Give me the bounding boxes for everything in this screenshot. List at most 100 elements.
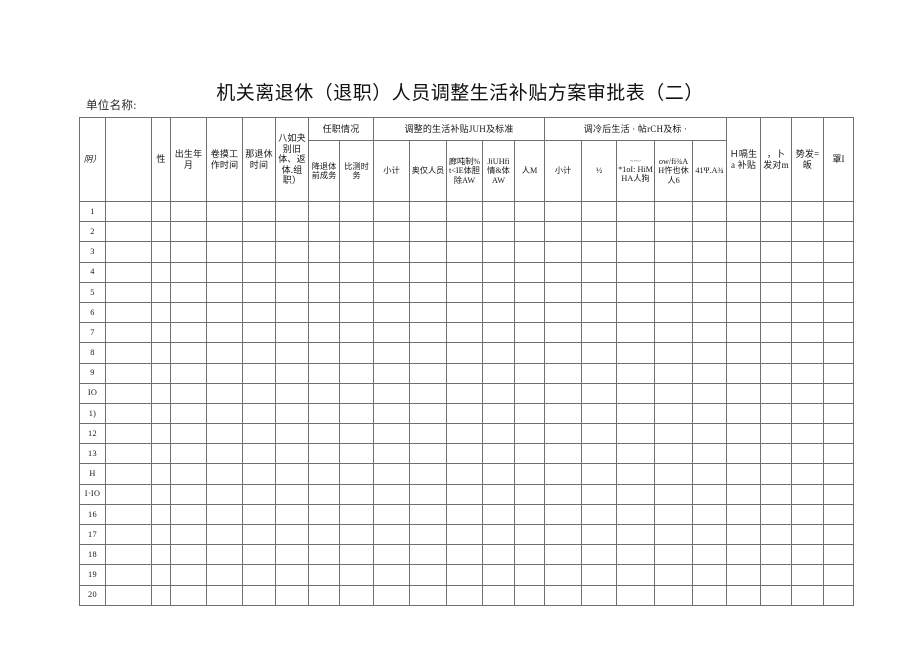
- cell-name[interactable]: [105, 584, 152, 606]
- row-number-cell[interactable]: 19: [79, 564, 106, 586]
- cell-issue[interactable]: [791, 200, 825, 223]
- cell-name[interactable]: [105, 200, 152, 223]
- cell-col_c[interactable]: [692, 382, 728, 404]
- cell-increase[interactable]: [760, 261, 793, 283]
- cell-col_a[interactable]: [616, 342, 656, 364]
- table-row[interactable]: 13: [79, 443, 855, 465]
- cell-compare_duty[interactable]: [339, 261, 374, 283]
- cell-person_m[interactable]: [513, 564, 546, 586]
- cell-increase[interactable]: [760, 200, 793, 223]
- cell-increase[interactable]: [760, 301, 793, 324]
- cell-retire_type[interactable]: [275, 584, 309, 606]
- cell-compare_duty[interactable]: [339, 221, 374, 243]
- cell-work_start[interactable]: [206, 584, 243, 606]
- row-number-cell[interactable]: 8: [79, 342, 106, 364]
- cell-person_m[interactable]: [513, 200, 546, 223]
- cell-retiree_personal[interactable]: [409, 483, 447, 505]
- cell-col_b[interactable]: [654, 423, 694, 445]
- cell-person_m[interactable]: [513, 463, 546, 485]
- cell-half[interactable]: [581, 463, 618, 485]
- cell-level_subsidy[interactable]: [482, 463, 515, 485]
- cell-increase[interactable]: [760, 342, 793, 364]
- cell-subtotal_2[interactable]: [544, 382, 583, 404]
- cell-col_c[interactable]: [692, 221, 728, 243]
- cell-birth[interactable]: [170, 281, 207, 303]
- cell-increase[interactable]: [760, 281, 793, 303]
- cell-retire_type[interactable]: [275, 544, 309, 566]
- cell-retire_type[interactable]: [275, 221, 309, 243]
- cell-subtotal_1[interactable]: [373, 423, 410, 445]
- cell-remark[interactable]: [823, 423, 855, 445]
- cell-work_start[interactable]: [206, 322, 243, 344]
- cell-level_subsidy[interactable]: [482, 281, 515, 303]
- cell-birth[interactable]: [170, 402, 207, 425]
- cell-sex[interactable]: [151, 261, 171, 283]
- cell-retire_type[interactable]: [275, 423, 309, 445]
- cell-col_c[interactable]: [692, 564, 728, 586]
- cell-retire_type[interactable]: [275, 322, 309, 344]
- cell-col_a[interactable]: [616, 544, 656, 566]
- row-number-cell[interactable]: 6: [79, 301, 106, 324]
- cell-increase[interactable]: [760, 483, 793, 505]
- cell-retire_time[interactable]: [242, 221, 276, 243]
- cell-work_start[interactable]: [206, 483, 243, 505]
- cell-living_subsidy[interactable]: [726, 200, 762, 223]
- table-row[interactable]: H: [79, 463, 855, 485]
- cell-retire_type[interactable]: [275, 463, 309, 485]
- cell-work_start[interactable]: [206, 544, 243, 566]
- cell-subtotal_2[interactable]: [544, 221, 583, 243]
- cell-sex[interactable]: [151, 382, 171, 404]
- cell-col_a[interactable]: [616, 402, 656, 425]
- cell-col_b[interactable]: [654, 322, 694, 344]
- cell-col_c[interactable]: [692, 362, 728, 384]
- table-row[interactable]: 17: [79, 523, 855, 546]
- cell-work_start[interactable]: [206, 342, 243, 364]
- cell-subtotal_1[interactable]: [373, 362, 410, 384]
- cell-retire_type[interactable]: [275, 362, 309, 384]
- cell-remark[interactable]: [823, 523, 855, 546]
- cell-subtotal_1[interactable]: [373, 402, 410, 425]
- cell-half[interactable]: [581, 281, 618, 303]
- cell-name[interactable]: [105, 281, 152, 303]
- cell-col_a[interactable]: [616, 523, 656, 546]
- cell-sex[interactable]: [151, 221, 171, 243]
- row-number-cell[interactable]: 16: [79, 503, 106, 526]
- cell-col_b[interactable]: [654, 544, 694, 566]
- cell-retiree_personal[interactable]: [409, 322, 447, 344]
- row-number-cell[interactable]: 9: [79, 362, 106, 384]
- cell-person_m[interactable]: [513, 402, 546, 425]
- cell-retiree_personal[interactable]: [409, 523, 447, 546]
- table-row[interactable]: 7: [79, 322, 855, 344]
- cell-level_subsidy[interactable]: [482, 382, 515, 404]
- cell-living_subsidy[interactable]: [726, 483, 762, 505]
- row-number-cell[interactable]: I·IO: [79, 483, 106, 505]
- cell-col_b[interactable]: [654, 382, 694, 404]
- cell-half[interactable]: [581, 443, 618, 465]
- cell-issue[interactable]: [791, 483, 825, 505]
- cell-issue[interactable]: [791, 241, 825, 263]
- cell-remark[interactable]: [823, 402, 855, 425]
- cell-birth[interactable]: [170, 301, 207, 324]
- cell-col_a[interactable]: [616, 241, 656, 263]
- row-number-cell[interactable]: 5: [79, 281, 106, 303]
- cell-name[interactable]: [105, 322, 152, 344]
- cell-col_c[interactable]: [692, 544, 728, 566]
- cell-issue[interactable]: [791, 544, 825, 566]
- cell-retire_time[interactable]: [242, 200, 276, 223]
- cell-post_subsidy[interactable]: [446, 402, 483, 425]
- cell-birth[interactable]: [170, 423, 207, 445]
- cell-col_c[interactable]: [692, 241, 728, 263]
- cell-work_start[interactable]: [206, 281, 243, 303]
- cell-pre_retire_post[interactable]: [308, 362, 340, 384]
- cell-work_start[interactable]: [206, 200, 243, 223]
- cell-person_m[interactable]: [513, 503, 546, 526]
- cell-increase[interactable]: [760, 523, 793, 546]
- cell-retiree_personal[interactable]: [409, 423, 447, 445]
- cell-compare_duty[interactable]: [339, 301, 374, 324]
- cell-col_c[interactable]: [692, 423, 728, 445]
- cell-work_start[interactable]: [206, 241, 243, 263]
- cell-retiree_personal[interactable]: [409, 362, 447, 384]
- cell-issue[interactable]: [791, 523, 825, 546]
- cell-compare_duty[interactable]: [339, 423, 374, 445]
- row-number-cell[interactable]: 4: [79, 261, 106, 283]
